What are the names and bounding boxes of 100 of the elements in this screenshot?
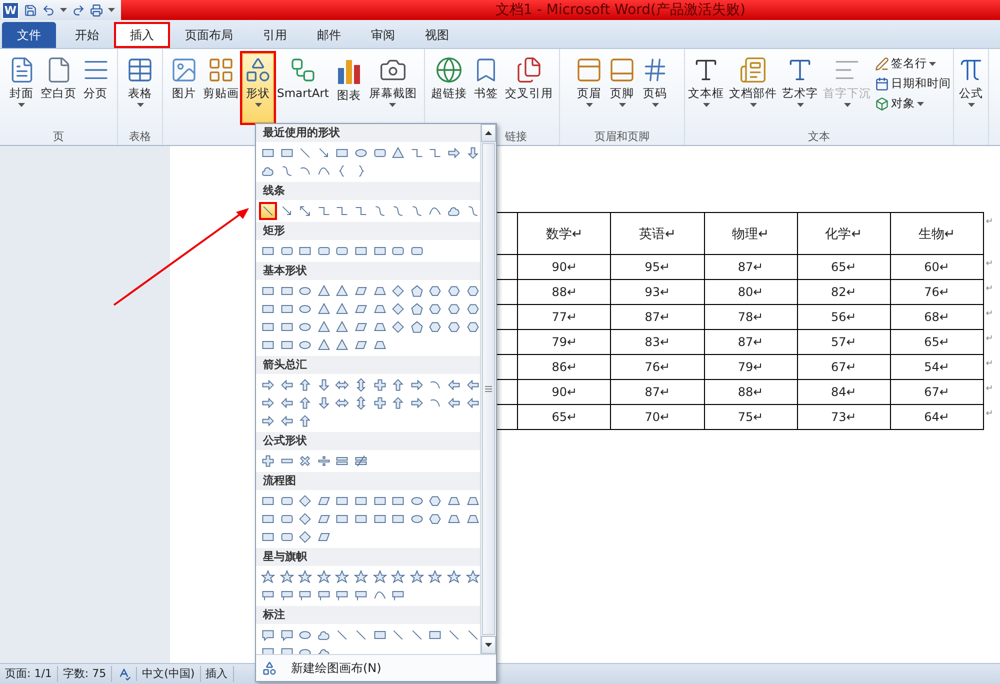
up-triangle-icon [485,131,492,135]
ribbon-tab[interactable]: 引用 [248,22,302,48]
table-cell: 76↵ [890,280,984,304]
ribbon-button[interactable]: 剪贴画 [201,53,242,123]
scroll-up-button[interactable] [481,124,496,142]
section-heading: 标注 [256,606,480,624]
table-cell: 56↵ [797,304,890,330]
table-cell: 70↵ [610,404,704,430]
ribbon-button[interactable]: 超链接 [429,53,469,123]
table-cell: 60↵ [890,254,984,280]
ribbon-tab[interactable]: 插入 [114,22,170,48]
undo-menu-caret-icon [60,8,67,12]
undo-icon[interactable] [42,4,55,16]
picture-icon [170,56,198,84]
shape-option-icon[interactable] [464,568,480,586]
ribbon-button[interactable]: 图表 [332,53,366,123]
table-cell: 93↵ [610,280,704,304]
grid-icon [207,56,236,84]
calendar-icon [875,76,889,90]
table-header-cell: 数学↵ [518,212,611,254]
ribbon-tab[interactable]: 页面布局 [170,22,248,48]
ribbon-button[interactable]: 公式 [955,53,987,123]
group-label: 文本 [808,129,830,145]
row-end-mark: ↵ [986,216,994,226]
ribbon-button[interactable]: 分页 [80,53,112,123]
ribbon-tab[interactable]: 视图 [410,22,464,48]
row-end-mark: ↵ [986,408,994,418]
ribbon-small-button[interactable]: 日期和时间 [874,75,952,92]
grip-icon [485,386,492,392]
shapes-icon [244,56,272,84]
table-cell: 57↵ [797,330,890,354]
table-cell: 95↵ [610,254,704,280]
canvas-icon [262,660,277,676]
ribbon-button[interactable]: 表格 [124,53,156,123]
shape-option-icon[interactable] [444,568,463,586]
group-label: 链接 [505,129,527,145]
ribbon-button[interactable]: 形状 [242,53,274,123]
ribbon-button[interactable]: 书签 [470,53,502,123]
row-end-mark: ↵ [986,308,994,318]
status-item: 页面: 1/1 [0,666,58,682]
shape-option-icon[interactable] [278,568,296,586]
ribbon-button[interactable]: 图片 [168,53,200,123]
shape-option-icon[interactable] [296,568,314,586]
ribbon-button[interactable]: 交叉引用 [503,53,555,123]
ribbon-small-button[interactable]: 签名行 [874,55,952,72]
redo-icon[interactable] [72,4,85,16]
window-title: 文档1 - Microsoft Word(产品激活失败) [494,1,746,19]
save-icon[interactable] [24,4,37,16]
table-header-cell: 物理↵ [704,212,798,254]
ribbon-tab[interactable]: 邮件 [302,22,356,48]
ribbon-button[interactable]: 封面 [6,53,38,123]
print-preview-icon[interactable] [90,4,103,16]
ribbon-button[interactable]: 页码 [639,53,671,123]
shape-option-icon[interactable] [314,568,333,586]
ribbon-button[interactable]: 屏幕截图 [366,53,419,123]
ribbon-button[interactable]: 空白页 [38,53,78,123]
table-cell: 73↵ [797,404,890,430]
down-triangle-icon [485,643,492,647]
row-end-mark: ↵ [986,358,994,368]
shape-option-icon[interactable] [259,202,277,220]
group-label: 表格 [129,129,151,145]
ribbon-button[interactable]: 文本框 [686,53,726,123]
shape-option-icon[interactable] [408,568,426,586]
table-cell: 68↵ [890,304,984,330]
ribbon-button[interactable]: SmartArt [275,53,331,123]
shape-option-icon[interactable] [352,568,370,586]
table-header-cell: 化学↵ [797,212,890,254]
table-cell: 64↵ [890,404,984,430]
status-item: 插入 [200,666,234,682]
scrollbar-thumb[interactable] [482,143,495,635]
shape-option-icon[interactable] [333,568,352,586]
table-cell: 78↵ [704,304,798,330]
ribbon-button[interactable]: 艺术字 [780,53,820,123]
row-end-mark: ↵ [986,284,994,294]
table-cell: 80↵ [704,280,798,304]
ribbon-tab[interactable]: 开始 [60,22,114,48]
status-item: 中文(中国) [137,666,201,682]
table-cell: 82↵ [797,280,890,304]
section-heading: 箭头总汇 [256,356,480,374]
footer-icon [608,56,636,84]
shape-option-icon[interactable] [370,568,389,586]
table-cell: 67↵ [890,380,984,404]
section-heading: 星与旗帜 [256,548,480,566]
ribbon-small-button[interactable]: 对象 [874,95,952,112]
ribbon-button[interactable]: 页眉 [573,53,605,123]
customize-caret-icon [108,8,115,12]
app-logo: W [2,2,19,18]
scroll-down-button[interactable] [481,636,496,654]
table-cell: 87↵ [704,254,798,280]
shape-option-icon[interactable] [426,568,444,586]
file-tab[interactable]: 文件 [2,22,56,48]
ribbon-button[interactable]: 文档部件 [727,53,779,123]
table-cell: 54↵ [890,354,984,380]
table-cell: 65↵ [890,330,984,354]
table-cell: 87↵ [610,380,704,404]
shape-option-icon[interactable] [259,568,277,586]
ribbon-button[interactable]: 页脚 [606,53,638,123]
ribbon-tab[interactable]: 审阅 [356,22,410,48]
shape-option-icon[interactable] [389,568,408,586]
table-cell: 65↵ [518,404,611,430]
